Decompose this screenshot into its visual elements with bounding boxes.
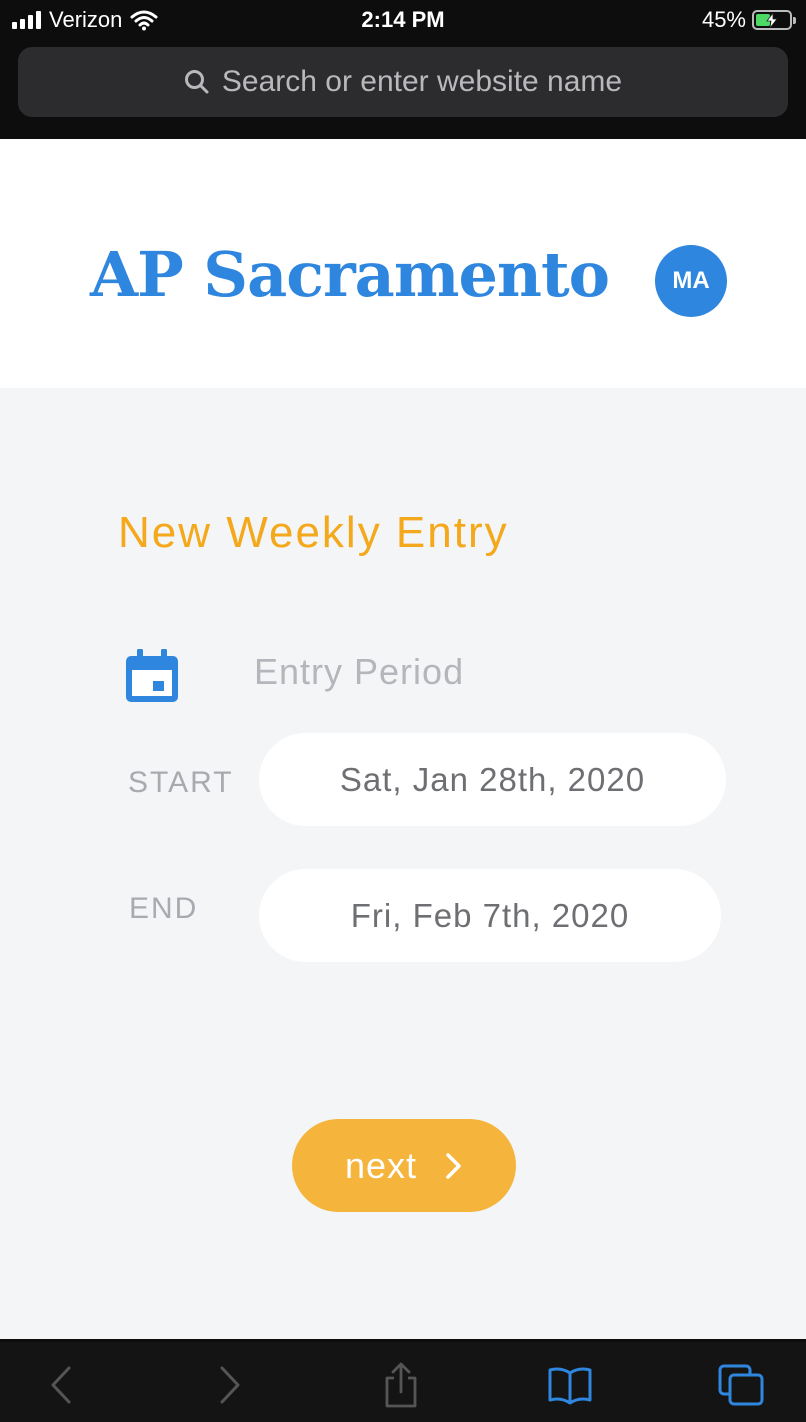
forward-button[interactable] xyxy=(205,1360,255,1410)
back-arrow-icon xyxy=(51,1366,71,1404)
bookmarks-button[interactable] xyxy=(545,1360,595,1410)
chevron-right-icon xyxy=(446,1152,461,1179)
search-icon xyxy=(184,70,209,94)
brand-logo[interactable]: AP Sacramento xyxy=(90,244,610,306)
start-label: START xyxy=(128,766,234,799)
browser-toolbar xyxy=(0,1342,806,1422)
next-label: next xyxy=(344,1144,418,1186)
end-date-field[interactable]: Fri, Feb 7th, 2020 xyxy=(259,869,721,962)
tabs-button[interactable] xyxy=(716,1360,766,1410)
battery-icon xyxy=(752,10,796,30)
forward-arrow-icon xyxy=(220,1366,240,1404)
bookmarks-icon xyxy=(548,1367,592,1405)
end-label: END xyxy=(129,892,199,925)
next-button[interactable]: next xyxy=(292,1119,516,1212)
form-title: New Weekly Entry xyxy=(118,508,509,557)
back-button[interactable] xyxy=(36,1360,86,1410)
status-right: 45% xyxy=(701,6,796,34)
share-button[interactable] xyxy=(376,1360,426,1410)
status-time: 2:14 PM xyxy=(361,7,445,32)
address-bar[interactable]: Search or enter website name xyxy=(18,47,788,117)
start-date-field[interactable]: Sat, Jan 28th, 2020 xyxy=(259,733,726,826)
status-bar: Verizon 2:14 PM 45% xyxy=(0,0,806,40)
share-icon xyxy=(385,1362,417,1408)
entry-period-label: Entry Period xyxy=(254,651,465,692)
user-avatar[interactable]: MA xyxy=(655,245,727,317)
battery-percent: 45% xyxy=(701,7,746,32)
tabs-icon xyxy=(718,1364,764,1406)
web-page: AP Sacramento MA New Weekly Entry Entry … xyxy=(0,139,806,1339)
address-placeholder: Search or enter website name xyxy=(221,65,623,98)
calendar-icon xyxy=(126,649,178,702)
app-header: AP Sacramento MA xyxy=(0,139,806,388)
charging-bolt-icon xyxy=(766,13,778,28)
